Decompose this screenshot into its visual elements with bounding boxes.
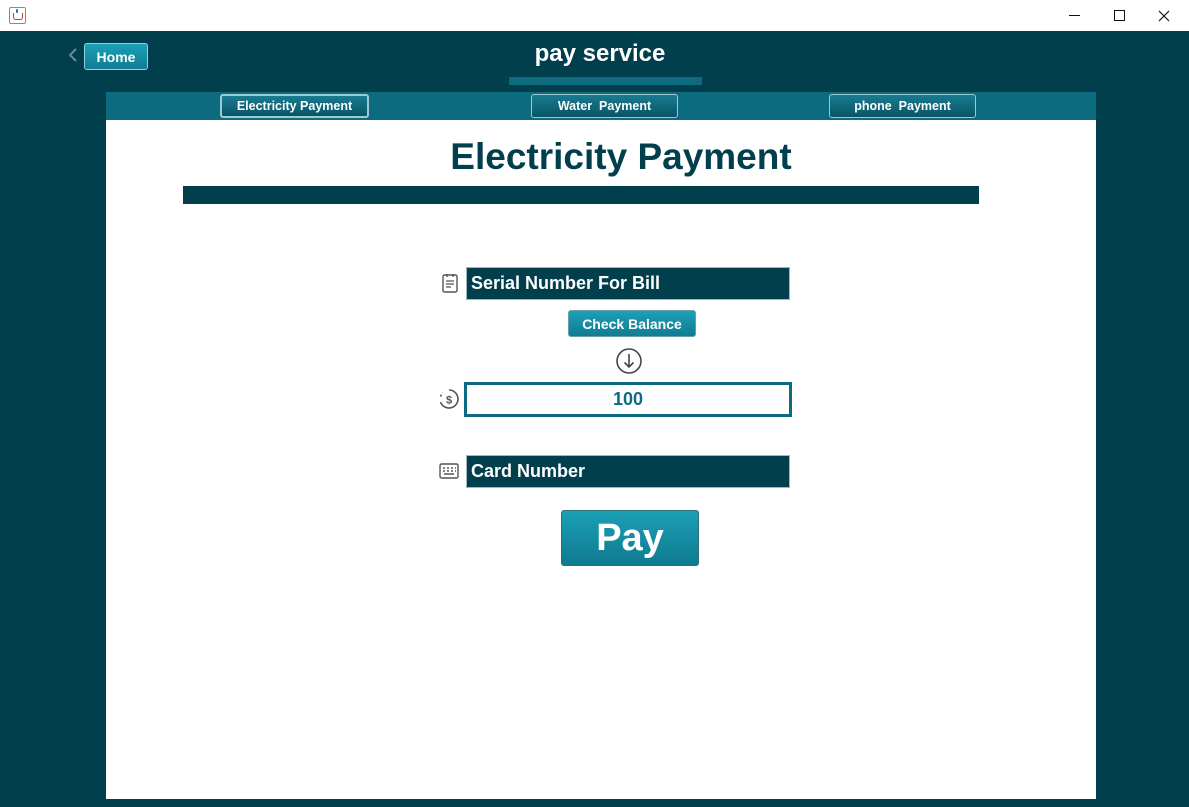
java-cup-icon [9, 7, 26, 24]
title-divider [183, 186, 979, 204]
arrow-down-circle-icon [615, 347, 643, 375]
tab-bar: Electricity Payment Water Payment phone … [106, 92, 1096, 120]
close-icon[interactable] [1141, 0, 1187, 31]
chevron-left-icon[interactable] [66, 44, 80, 66]
bill-icon [439, 272, 461, 294]
card-number-input[interactable] [466, 455, 790, 488]
pay-button[interactable]: Pay [561, 510, 699, 566]
app-title: pay service [534, 40, 666, 67]
maximize-icon[interactable] [1096, 0, 1142, 31]
tab-phone-payment[interactable]: phone Payment [829, 94, 976, 118]
dollar-history-icon: $ [438, 388, 460, 410]
app-window: Home pay service Electricity Payment Wat… [0, 31, 1189, 807]
home-button[interactable]: Home [84, 43, 148, 70]
window-titlebar [0, 0, 1189, 32]
payment-panel: Electricity Payment Check Balance $ [106, 120, 1096, 799]
title-underline [509, 77, 702, 85]
balance-display: 100 [464, 382, 792, 417]
keypad-icon [438, 460, 460, 482]
check-balance-button[interactable]: Check Balance [568, 310, 696, 337]
svg-text:$: $ [446, 395, 452, 407]
minimize-icon[interactable] [1051, 0, 1097, 31]
serial-number-input[interactable] [466, 267, 790, 300]
tab-water-payment[interactable]: Water Payment [531, 94, 678, 118]
page-title: Electricity Payment [450, 136, 792, 177]
tab-electricity-payment[interactable]: Electricity Payment [220, 94, 369, 118]
